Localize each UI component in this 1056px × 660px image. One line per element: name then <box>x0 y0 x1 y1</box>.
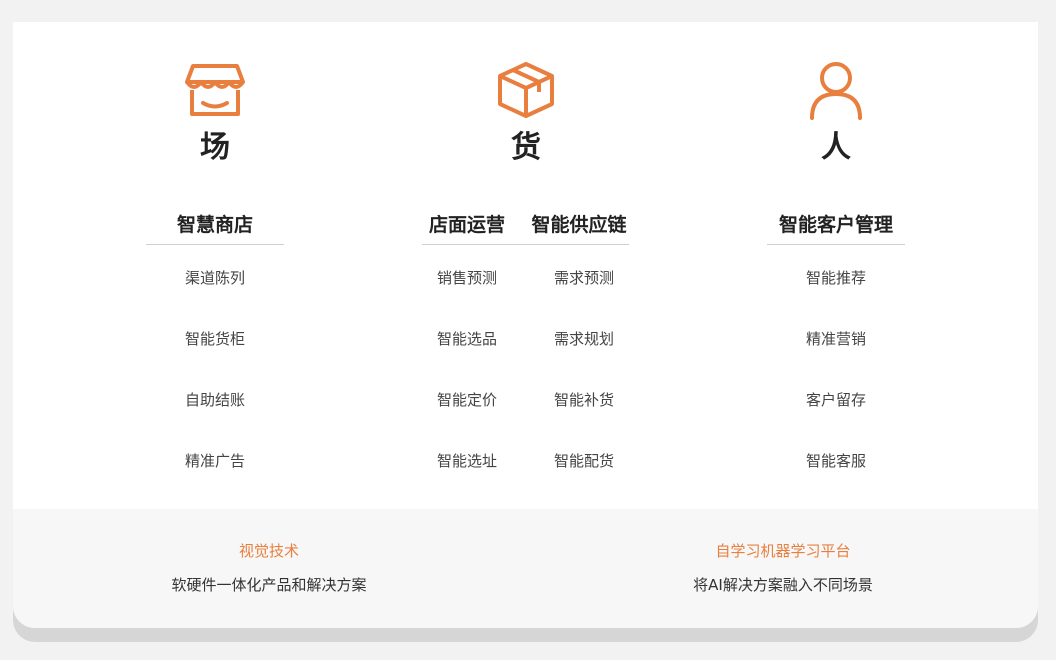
list-item: 精准广告 <box>184 452 245 470</box>
list-item: 客户留存 <box>805 391 866 409</box>
category-divider <box>146 244 284 245</box>
list-item: 智能推荐 <box>805 269 866 287</box>
category-store-ops: 店面运营 <box>428 214 505 236</box>
list-item: 智能配货 <box>553 452 614 470</box>
list-item: 精准营销 <box>805 330 866 348</box>
list-item: 自助结账 <box>184 391 245 409</box>
technology-panel: 视觉技术 软硬件一体化产品和解决方案 自学习机器学习平台 将AI解决方案融入不同… <box>13 509 1038 628</box>
list-item: 智能货柜 <box>184 330 245 348</box>
list-item: 渠道陈列 <box>184 269 245 287</box>
solutions-card: 场 货 人 智慧商店 店面运营 智能供应链 智能客户管理 渠道陈列 智能货柜 自… <box>13 22 1038 628</box>
list-item: 需求规划 <box>553 330 614 348</box>
tech-title-vision: 视觉技术 <box>238 542 299 560</box>
person-icon <box>810 62 862 120</box>
tech-desc-vision: 软硬件一体化产品和解决方案 <box>171 576 367 594</box>
list-item: 智能客服 <box>805 452 866 470</box>
category-crm: 智能客户管理 <box>778 214 893 236</box>
package-icon <box>498 62 554 118</box>
category-smart-store: 智慧商店 <box>176 214 253 236</box>
list-item: 需求预测 <box>553 269 614 287</box>
tech-title-ml-platform: 自学习机器学习平台 <box>715 542 851 560</box>
pillar-title-goods: 货 <box>511 130 541 165</box>
pillar-title-people: 人 <box>821 130 851 165</box>
list-item: 智能补货 <box>553 391 614 409</box>
category-divider <box>422 244 629 245</box>
category-supply-chain: 智能供应链 <box>531 214 627 236</box>
category-divider <box>767 244 905 245</box>
tech-desc-ml-platform: 将AI解决方案融入不同场景 <box>693 576 873 594</box>
store-icon <box>185 64 245 116</box>
pillar-title-place: 场 <box>200 130 230 165</box>
